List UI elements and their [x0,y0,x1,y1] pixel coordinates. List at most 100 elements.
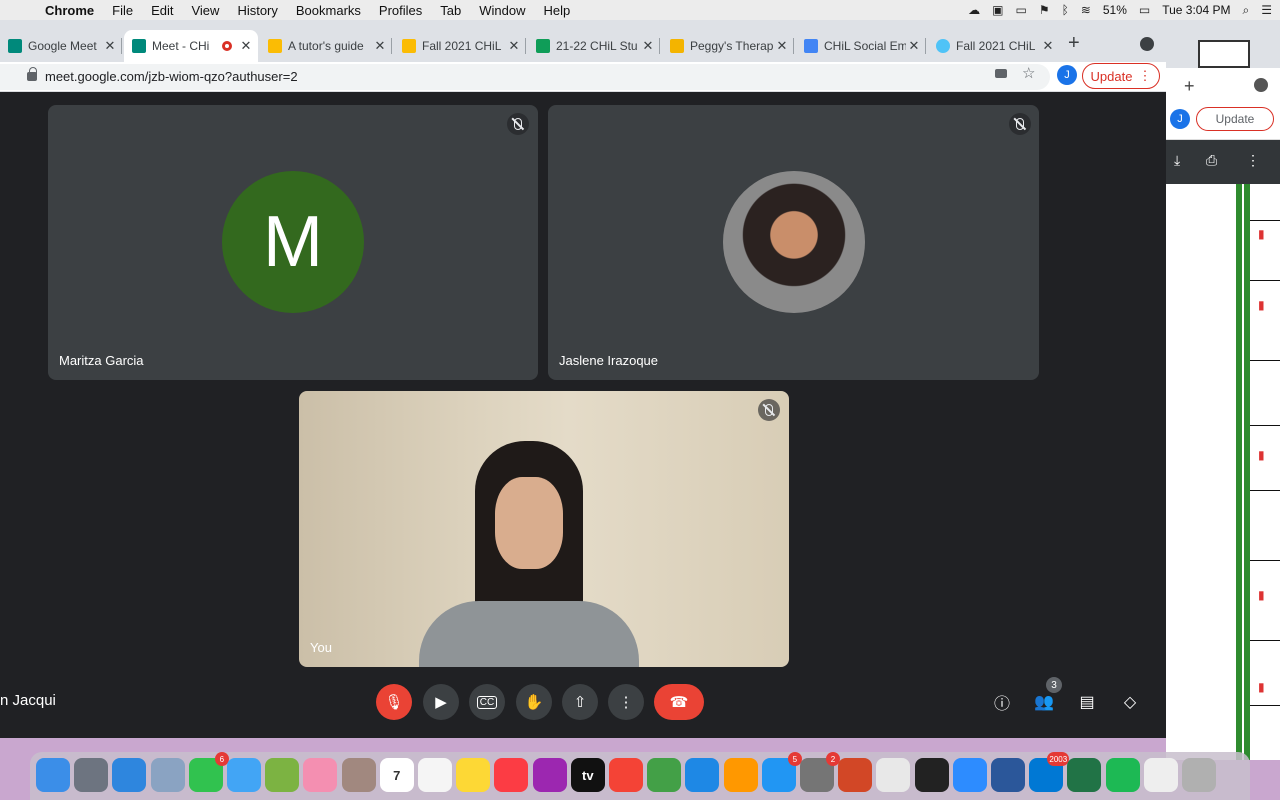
close-tab-icon[interactable]: ✕ [506,38,522,54]
url-text[interactable]: meet.google.com/jzb-wiom-qzo?authuser=2 [45,69,298,84]
spotlight-search-icon[interactable]: ⌕ [1243,3,1250,18]
word-icon[interactable] [991,758,1025,792]
notes-icon[interactable] [456,758,491,792]
background-browser-window[interactable]: + J Update ⤓ ⎙ ⋮ ▮ ▮ ▮ ▮ ▮ [1166,20,1280,760]
preview-icon[interactable] [150,758,185,792]
bluetooth-icon[interactable]: ᛒ [1062,3,1069,17]
address-bar[interactable]: meet.google.com/jzb-wiom-qzo?authuser=2 [0,64,1050,90]
apple-tv-icon[interactable]: tv [570,758,605,792]
menu-window[interactable]: Window [470,3,534,18]
close-tab-icon[interactable]: ✕ [102,38,118,54]
close-tab-icon[interactable]: ✕ [372,38,388,54]
meet-icon [132,39,146,53]
background-tab-search-icon[interactable] [1254,78,1268,92]
control-center-icon[interactable]: ☰ [1261,3,1272,17]
close-tab-icon[interactable]: ✕ [906,38,922,54]
zoom-icon[interactable] [952,758,987,792]
meeting-details-button[interactable]: ⓘ [988,688,1016,716]
battery-icon[interactable]: ▭ [1139,3,1150,17]
handwriting-mark: ▮ [1258,448,1265,462]
clock[interactable]: Tue 3:04 PM [1162,3,1230,17]
terminal-icon[interactable] [914,758,949,792]
profile-avatar[interactable]: J [1057,65,1077,85]
spotify-icon[interactable] [1105,758,1140,792]
chrome-icon[interactable] [876,758,911,792]
more-options-button[interactable]: ⋮ [608,684,644,720]
contacts-icon[interactable] [341,758,376,792]
cloud-icon[interactable]: ☁ [968,3,980,17]
airplay-icon[interactable]: ▭ [1015,3,1026,17]
tab-tutors-guide[interactable]: A tutor's guide ✕ [260,30,392,62]
update-button[interactable]: Update ⋮ [1082,63,1160,89]
music-icon[interactable] [494,758,529,792]
photos-icon[interactable] [303,758,338,792]
numbers-icon[interactable] [647,758,682,792]
keynote-icon[interactable] [685,758,720,792]
tab-search-icon[interactable] [1140,37,1154,51]
menu-edit[interactable]: Edit [142,3,182,18]
podcasts-icon[interactable] [532,758,567,792]
close-tab-icon[interactable]: ✕ [1040,38,1056,54]
battery-percent[interactable]: 51% [1103,3,1127,17]
news-icon[interactable] [609,758,643,792]
menu-tab[interactable]: Tab [431,3,470,18]
present-screen-button[interactable]: ⇧ [562,684,598,720]
menu-bookmarks[interactable]: Bookmarks [287,3,370,18]
background-new-tab-icon[interactable]: + [1184,76,1195,97]
calendar-icon[interactable]: 7 [379,758,414,792]
activities-button[interactable]: ◇ [1116,688,1144,716]
tab-fall-2021-chil[interactable]: Fall 2021 CHiL ✕ [394,30,526,62]
document-icon[interactable] [1143,758,1178,792]
participant-tile[interactable]: Jaslene Irazoque [548,105,1039,380]
powerpoint-icon[interactable] [838,758,873,792]
outlook-icon[interactable]: 2003 [1029,752,1070,792]
background-avatar[interactable]: J [1170,109,1190,129]
menu-help[interactable]: Help [535,3,580,18]
launchpad-icon[interactable] [74,758,109,792]
tab-21-22-chil-stu[interactable]: 21-22 CHiL Stu ✕ [528,30,660,62]
bookmark-star-icon[interactable]: ☆ [1022,64,1035,82]
tab-peggys-therap[interactable]: Peggy's Therap ✕ [662,30,794,62]
lock-icon[interactable] [27,67,37,81]
leave-call-button[interactable]: ☎ [654,684,704,720]
excel-icon[interactable] [1067,758,1102,792]
trash-icon[interactable] [1182,758,1216,792]
raise-hand-button[interactable]: ✋ [516,684,552,720]
app-store-icon[interactable]: 5 [761,752,802,792]
tab-chil-social-em[interactable]: CHiL Social Em ✕ [796,30,926,62]
camera-in-use-icon[interactable] [995,69,1007,78]
maps-icon[interactable] [265,758,300,792]
new-tab-icon[interactable]: + [1068,32,1080,55]
camera-status-icon[interactable]: ▣ [992,3,1003,17]
system-preferences-icon[interactable]: 2 [800,752,840,792]
flag-icon[interactable]: ⚑ [1039,3,1050,17]
tab-google-meet[interactable]: Google Meet ✕ [0,30,122,62]
menu-profiles[interactable]: Profiles [370,3,431,18]
safari-icon[interactable] [112,758,147,792]
captions-button[interactable]: CC [469,684,505,720]
pages-icon[interactable] [723,758,758,792]
download-icon[interactable]: ⤓ [1174,152,1180,169]
self-video-tile[interactable]: You [299,391,789,667]
menu-app-name[interactable]: Chrome [36,3,103,18]
menu-view[interactable]: View [182,3,228,18]
close-tab-icon[interactable]: ✕ [774,38,790,54]
print-icon[interactable]: ⎙ [1206,152,1217,169]
camera-toggle-button[interactable]: ▶ [423,684,459,720]
wifi-icon[interactable]: ≋ [1081,3,1091,17]
chat-button[interactable]: ▤ [1073,688,1101,716]
more-icon[interactable]: ⋮ [1246,152,1260,169]
participant-tile[interactable]: M Maritza Garcia [48,105,538,380]
menu-file[interactable]: File [103,3,142,18]
tab-fall-2021-chil-loading[interactable]: Fall 2021 CHiL ✕ [928,30,1060,62]
tab-meet-active[interactable]: Meet - CHi ✕ [124,30,258,62]
close-tab-icon[interactable]: ✕ [640,38,656,54]
background-update-button[interactable]: Update [1196,107,1274,131]
microphone-toggle-button[interactable]: 🎙 [376,684,412,720]
finder-icon[interactable] [36,758,70,792]
close-tab-icon[interactable]: ✕ [238,38,254,54]
facetime-icon[interactable]: 6 [188,752,229,792]
messages-icon[interactable] [227,758,261,792]
menu-history[interactable]: History [228,3,286,18]
reminders-icon[interactable] [418,758,452,792]
